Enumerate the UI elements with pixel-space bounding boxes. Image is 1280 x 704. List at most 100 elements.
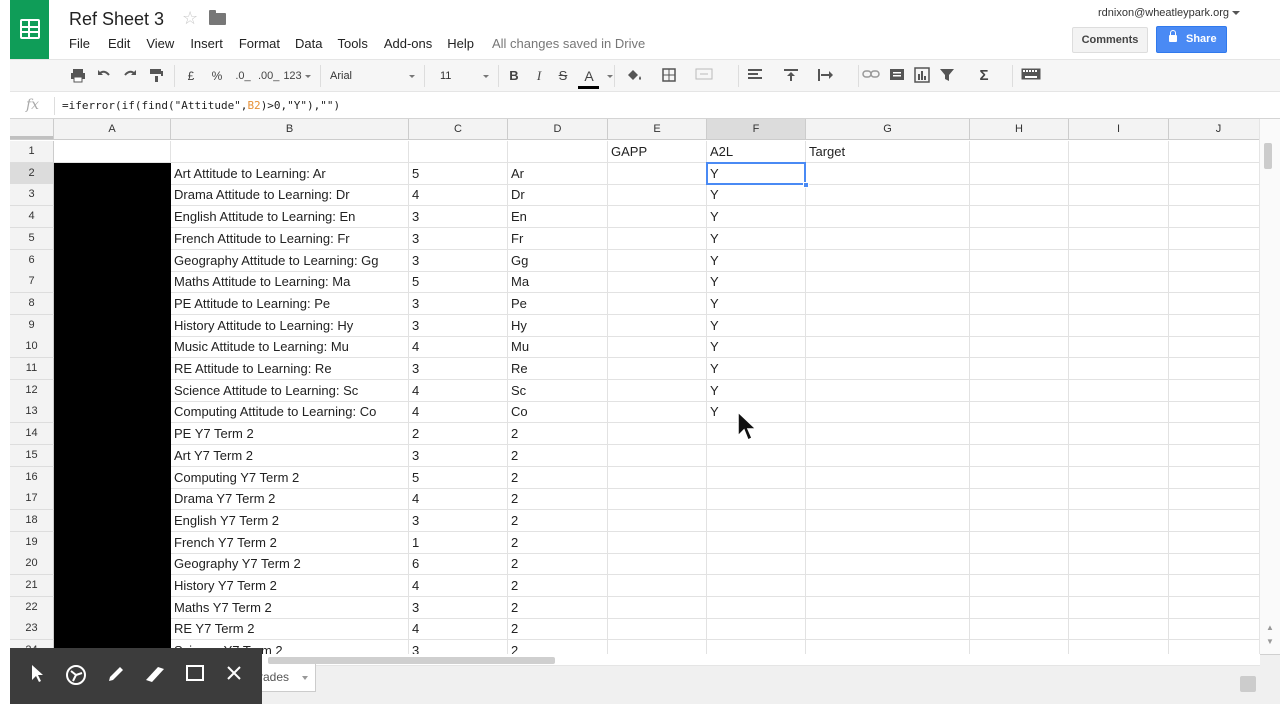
pointer-tool-icon[interactable] xyxy=(26,664,50,688)
horizontal-scroll-thumb[interactable] xyxy=(268,657,555,664)
cell-d5[interactable]: Fr xyxy=(508,228,608,250)
cell-b3[interactable]: Drama Attitude to Learning: Dr xyxy=(171,184,409,206)
cell-i20[interactable] xyxy=(1069,553,1169,575)
cell-j6[interactable] xyxy=(1169,250,1269,272)
cell-c20[interactable]: 6 xyxy=(409,553,508,575)
insert-chart-icon[interactable] xyxy=(913,67,931,85)
cell-j17[interactable] xyxy=(1169,488,1269,510)
cell-g9[interactable] xyxy=(806,315,970,337)
cell-b16[interactable]: Computing Y7 Term 2 xyxy=(171,467,409,489)
cell-i4[interactable] xyxy=(1069,206,1169,228)
cell-f6[interactable]: Y xyxy=(707,250,806,272)
cell-d8[interactable]: Pe xyxy=(508,293,608,315)
cell-c19[interactable]: 1 xyxy=(409,532,508,554)
cell-d7[interactable]: Ma xyxy=(508,271,608,293)
cell-c9[interactable]: 3 xyxy=(409,315,508,337)
column-header-h[interactable]: H xyxy=(970,119,1069,140)
cell-h19[interactable] xyxy=(970,532,1069,554)
row-header[interactable]: 12 xyxy=(10,380,54,402)
cell-j19[interactable] xyxy=(1169,532,1269,554)
cell-e6[interactable] xyxy=(608,250,707,272)
cell-g5[interactable] xyxy=(806,228,970,250)
cell-b14[interactable]: PE Y7 Term 2 xyxy=(171,423,409,445)
cell-d12[interactable]: Sc xyxy=(508,380,608,402)
cell-e5[interactable] xyxy=(608,228,707,250)
scroll-down-icon[interactable]: ▼ xyxy=(1266,637,1274,646)
cell-f21[interactable] xyxy=(707,575,806,597)
cell-b18[interactable]: English Y7 Term 2 xyxy=(171,510,409,532)
bold-button[interactable]: B xyxy=(506,67,522,85)
cell-h20[interactable] xyxy=(970,553,1069,575)
cell-g7[interactable] xyxy=(806,271,970,293)
functions-button[interactable]: Σ xyxy=(976,67,992,85)
column-header-c[interactable]: C xyxy=(409,119,508,140)
cell-d21[interactable]: 2 xyxy=(508,575,608,597)
cell-b9[interactable]: History Attitude to Learning: Hy xyxy=(171,315,409,337)
cell-g11[interactable] xyxy=(806,358,970,380)
cell-f11[interactable]: Y xyxy=(707,358,806,380)
cell-e7[interactable] xyxy=(608,271,707,293)
cell-i3[interactable] xyxy=(1069,184,1169,206)
cell-e18[interactable] xyxy=(608,510,707,532)
cell-e23[interactable] xyxy=(608,618,707,640)
cell-f20[interactable] xyxy=(707,553,806,575)
cell-d10[interactable]: Mu xyxy=(508,336,608,358)
cell-e8[interactable] xyxy=(608,293,707,315)
cell-d20[interactable]: 2 xyxy=(508,553,608,575)
row-header[interactable]: 4 xyxy=(10,206,54,228)
cell-h5[interactable] xyxy=(970,228,1069,250)
cell-a1[interactable] xyxy=(54,141,171,163)
pen-tool-icon[interactable] xyxy=(104,664,128,688)
cell-f3[interactable]: Y xyxy=(707,184,806,206)
cell-h15[interactable] xyxy=(970,445,1069,467)
cell-a4[interactable] xyxy=(54,206,171,228)
cell-i8[interactable] xyxy=(1069,293,1169,315)
cell-i6[interactable] xyxy=(1069,250,1169,272)
menu-file[interactable]: File xyxy=(69,36,90,51)
row-header[interactable]: 8 xyxy=(10,293,54,315)
currency-format-button[interactable]: £ xyxy=(184,67,198,85)
cell-c17[interactable]: 4 xyxy=(409,488,508,510)
rectangle-tool-icon[interactable] xyxy=(183,664,207,688)
cell-c16[interactable]: 5 xyxy=(409,467,508,489)
cell-b19[interactable]: French Y7 Term 2 xyxy=(171,532,409,554)
cell-g3[interactable] xyxy=(806,184,970,206)
cell-d18[interactable]: 2 xyxy=(508,510,608,532)
merge-cells-icon[interactable] xyxy=(694,67,714,85)
menu-insert[interactable]: Insert xyxy=(190,36,223,51)
cell-b5[interactable]: French Attitude to Learning: Fr xyxy=(171,228,409,250)
row-header[interactable]: 2 xyxy=(10,163,54,185)
column-header-g[interactable]: G xyxy=(806,119,970,140)
folder-icon[interactable] xyxy=(209,10,226,25)
cell-h13[interactable] xyxy=(970,401,1069,423)
row-header[interactable]: 10 xyxy=(10,336,54,358)
column-header-a[interactable]: A xyxy=(54,119,171,140)
cell-h10[interactable] xyxy=(970,336,1069,358)
cell-a15[interactable] xyxy=(54,445,171,467)
cell-h1[interactable] xyxy=(970,141,1069,163)
cell-h9[interactable] xyxy=(970,315,1069,337)
menu-edit[interactable]: Edit xyxy=(108,36,130,51)
cell-g18[interactable] xyxy=(806,510,970,532)
cell-b20[interactable]: Geography Y7 Term 2 xyxy=(171,553,409,575)
cell-b7[interactable]: Maths Attitude to Learning: Ma xyxy=(171,271,409,293)
menu-view[interactable]: View xyxy=(146,36,174,51)
cell-f15[interactable] xyxy=(707,445,806,467)
cell-i11[interactable] xyxy=(1069,358,1169,380)
font-family-select[interactable]: Arial xyxy=(330,67,415,85)
cell-e20[interactable] xyxy=(608,553,707,575)
cell-i13[interactable] xyxy=(1069,401,1169,423)
print-icon[interactable] xyxy=(70,67,86,85)
cell-b1[interactable] xyxy=(171,141,409,163)
row-header[interactable]: 13 xyxy=(10,401,54,423)
column-header-e[interactable]: E xyxy=(608,119,707,140)
cell-a21[interactable] xyxy=(54,575,171,597)
cell-j10[interactable] xyxy=(1169,336,1269,358)
cell-e19[interactable] xyxy=(608,532,707,554)
paint-format-icon[interactable] xyxy=(148,67,164,85)
column-header-i[interactable]: I xyxy=(1069,119,1169,140)
cell-c18[interactable]: 3 xyxy=(409,510,508,532)
cell-g21[interactable] xyxy=(806,575,970,597)
cell-j4[interactable] xyxy=(1169,206,1269,228)
spotlight-tool-icon[interactable] xyxy=(64,664,88,688)
